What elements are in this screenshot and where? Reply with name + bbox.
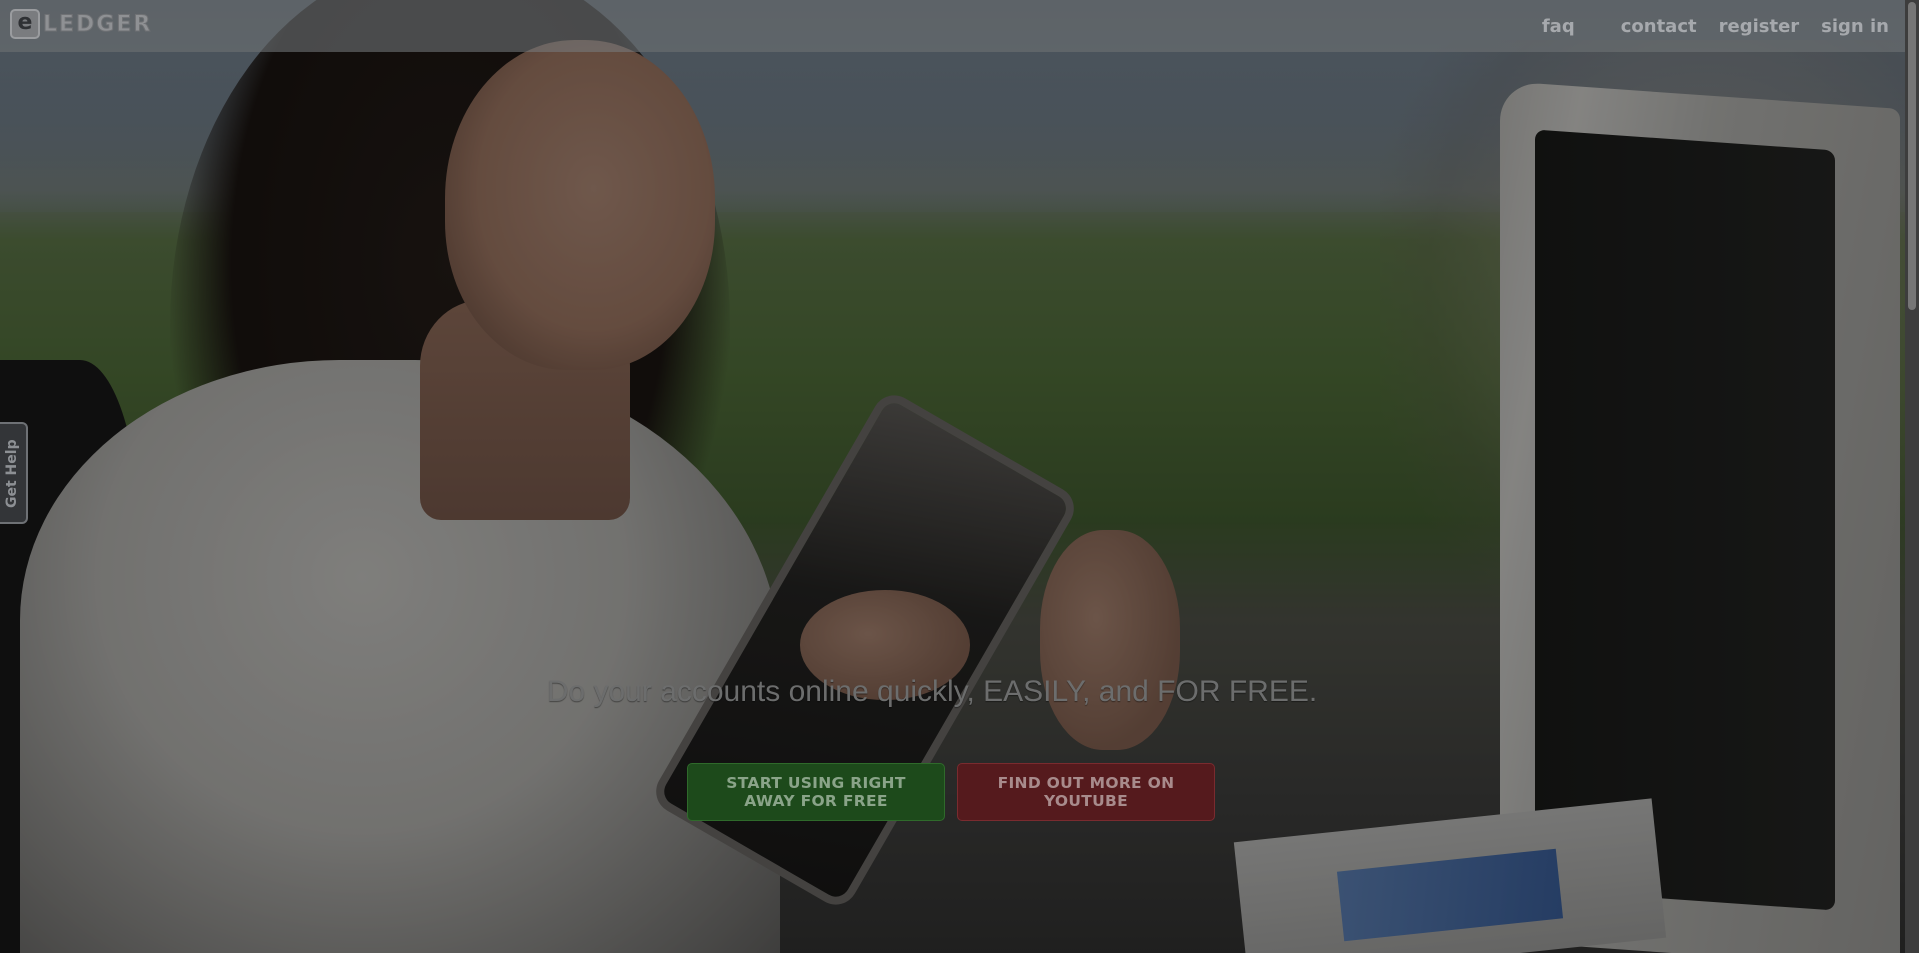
- youtube-button[interactable]: FIND OUT MORE ON YOUTUBE: [957, 763, 1215, 821]
- page-scrollbar[interactable]: [1905, 0, 1919, 953]
- eledger-logo[interactable]: e LEDGER: [10, 9, 153, 39]
- nav-faq-link[interactable]: faq: [1542, 16, 1575, 37]
- scrollbar-thumb[interactable]: [1908, 2, 1916, 310]
- nav-contact-link[interactable]: contact: [1621, 16, 1697, 37]
- top-navbar: e LEDGER faq contact register sign in: [0, 0, 1919, 52]
- nav-register-link[interactable]: register: [1719, 16, 1800, 37]
- nav-sign-in-link[interactable]: sign in: [1821, 16, 1889, 37]
- logo-e-icon: e: [10, 9, 40, 39]
- get-help-tab[interactable]: Get Help: [0, 422, 28, 524]
- start-free-button[interactable]: START USING RIGHT AWAY FOR FREE: [687, 763, 945, 821]
- hero-tagline: Do your accounts online quickly, EASILY,…: [546, 675, 1318, 708]
- get-help-label: Get Help: [4, 439, 20, 508]
- logo-wordmark: LEDGER: [42, 11, 153, 37]
- main-nav: faq contact register sign in: [1520, 0, 1889, 52]
